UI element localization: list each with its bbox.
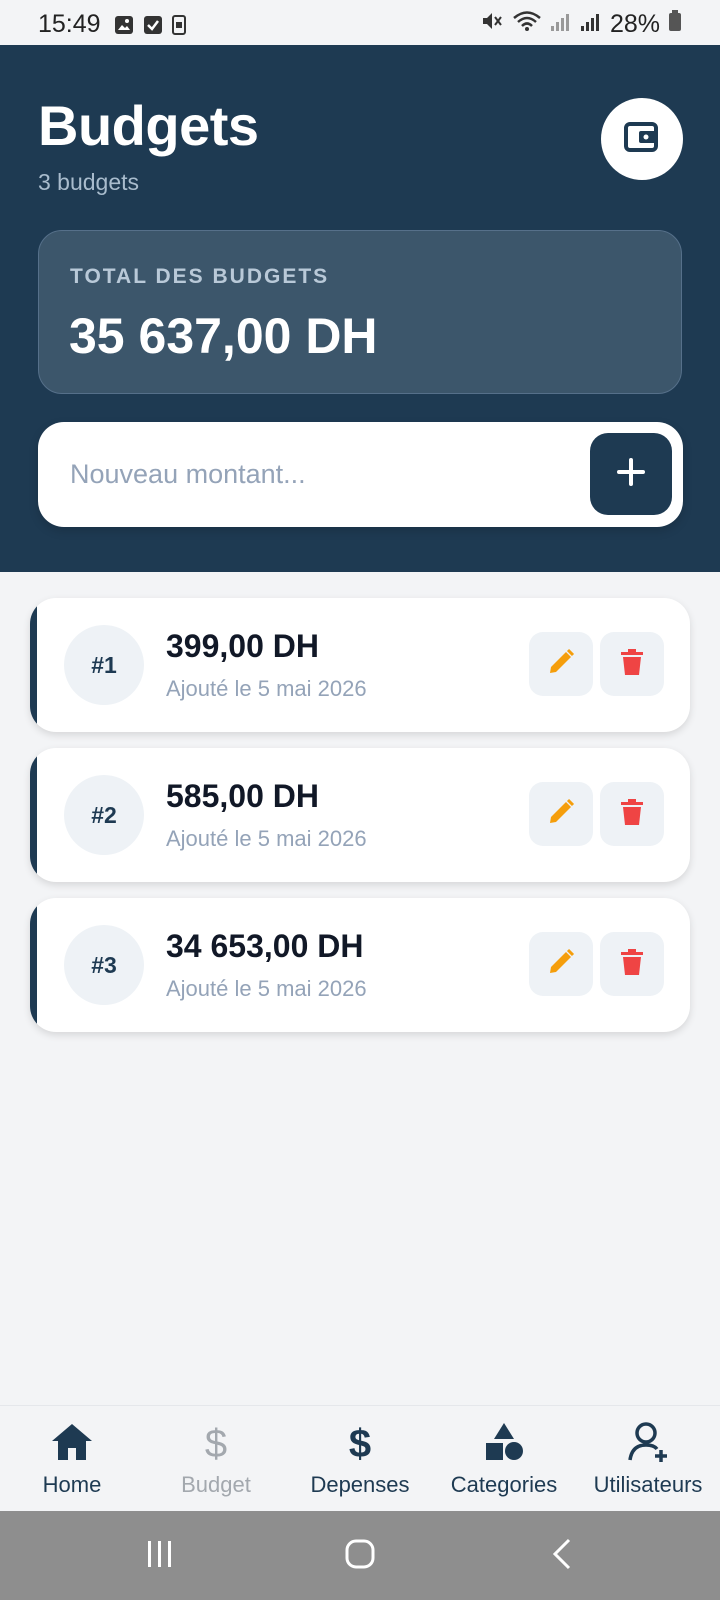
- back-icon: [549, 1537, 575, 1576]
- list-item: #2 585,00 DH Ajouté le 5 mai 2026: [30, 748, 690, 882]
- wifi-icon: [512, 10, 542, 39]
- svg-text:$: $: [349, 1422, 371, 1463]
- list-item: #1 399,00 DH Ajouté le 5 mai 2026: [30, 598, 690, 732]
- nav-label: Utilisateurs: [593, 1472, 703, 1497]
- signal-icon: [550, 10, 572, 39]
- status-right: 28%: [480, 10, 682, 39]
- trash-icon: [620, 798, 644, 831]
- pencil-icon: [546, 947, 576, 982]
- trash-icon: [620, 648, 644, 681]
- list-item: #3 34 653,00 DH Ajouté le 5 mai 2026: [30, 898, 690, 1032]
- pencil-icon: [546, 797, 576, 832]
- status-bar: 15:49 28%: [0, 0, 720, 45]
- nav-categories[interactable]: Categories: [432, 1406, 576, 1512]
- nav-label: Home: [42, 1472, 102, 1497]
- wallet-button[interactable]: [601, 98, 683, 180]
- budget-index: #3: [64, 925, 144, 1005]
- card-accent: [30, 598, 37, 732]
- nav-depenses[interactable]: $ Depenses: [288, 1406, 432, 1512]
- nav-budget[interactable]: $ Budget: [144, 1406, 288, 1512]
- user-add-icon: [576, 1418, 720, 1466]
- mute-icon: [480, 10, 504, 39]
- home-nav-button[interactable]: [330, 1531, 390, 1581]
- card-accent: [30, 748, 37, 882]
- total-value: 35 637,00 DH: [69, 308, 378, 364]
- pencil-icon: [546, 647, 576, 682]
- page-title: Budgets: [38, 94, 259, 157]
- budget-amount: 399,00 DH: [166, 628, 319, 664]
- image-icon: [114, 15, 134, 40]
- budget-date: Ajouté le 5 mai 2026: [166, 976, 367, 1001]
- dollar-icon: $: [288, 1418, 432, 1466]
- total-budgets-card: TOTAL DES BUDGETS 35 637,00 DH: [38, 230, 682, 394]
- budget-date: Ajouté le 5 mai 2026: [166, 826, 367, 851]
- battery-icon: [668, 10, 682, 39]
- checkbox-icon: [143, 15, 163, 40]
- edit-button[interactable]: [529, 932, 593, 996]
- card-accent: [30, 898, 37, 1032]
- back-button[interactable]: [532, 1531, 592, 1581]
- battery-level: 28%: [609, 10, 660, 38]
- signal-icon: [580, 10, 602, 39]
- budget-count: 3 budgets: [38, 169, 140, 195]
- notification-icons: [114, 15, 186, 40]
- nav-label: Categories: [450, 1472, 558, 1497]
- svg-text:$: $: [205, 1422, 227, 1463]
- budget-date: Ajouté le 5 mai 2026: [166, 676, 367, 701]
- total-label: TOTAL DES BUDGETS: [70, 265, 330, 288]
- bottom-nav: Home $ Budget $ Depenses Categories Util…: [0, 1405, 720, 1511]
- home-circle-icon: [344, 1538, 376, 1575]
- budget-index: #1: [64, 625, 144, 705]
- home-icon: [0, 1418, 144, 1466]
- budget-index: #2: [64, 775, 144, 855]
- edit-button[interactable]: [529, 632, 593, 696]
- phone-icon: [172, 15, 186, 40]
- shapes-icon: [432, 1418, 576, 1466]
- nav-label: Budget: [181, 1472, 251, 1497]
- add-budget-button[interactable]: [590, 433, 672, 515]
- nav-label: Depenses: [310, 1472, 410, 1497]
- wallet-icon: [624, 121, 660, 158]
- edit-button[interactable]: [529, 782, 593, 846]
- recents-button[interactable]: [130, 1531, 190, 1581]
- status-time: 15:49: [38, 10, 101, 38]
- nav-home[interactable]: Home: [0, 1406, 144, 1512]
- budget-amount: 34 653,00 DH: [166, 928, 364, 964]
- dollar-icon: $: [144, 1418, 288, 1466]
- amount-input[interactable]: [70, 450, 570, 498]
- page-header: Budgets 3 budgets TOTAL DES BUDGETS 35 6…: [0, 45, 720, 572]
- delete-button[interactable]: [600, 782, 664, 846]
- plus-icon: [616, 457, 646, 492]
- system-nav-bar: [0, 1511, 720, 1600]
- delete-button[interactable]: [600, 632, 664, 696]
- nav-utilisateurs[interactable]: Utilisateurs: [576, 1406, 720, 1512]
- add-budget-bar: [38, 422, 683, 527]
- trash-icon: [620, 948, 644, 981]
- delete-button[interactable]: [600, 932, 664, 996]
- recents-icon: [145, 1539, 175, 1574]
- budget-amount: 585,00 DH: [166, 778, 319, 814]
